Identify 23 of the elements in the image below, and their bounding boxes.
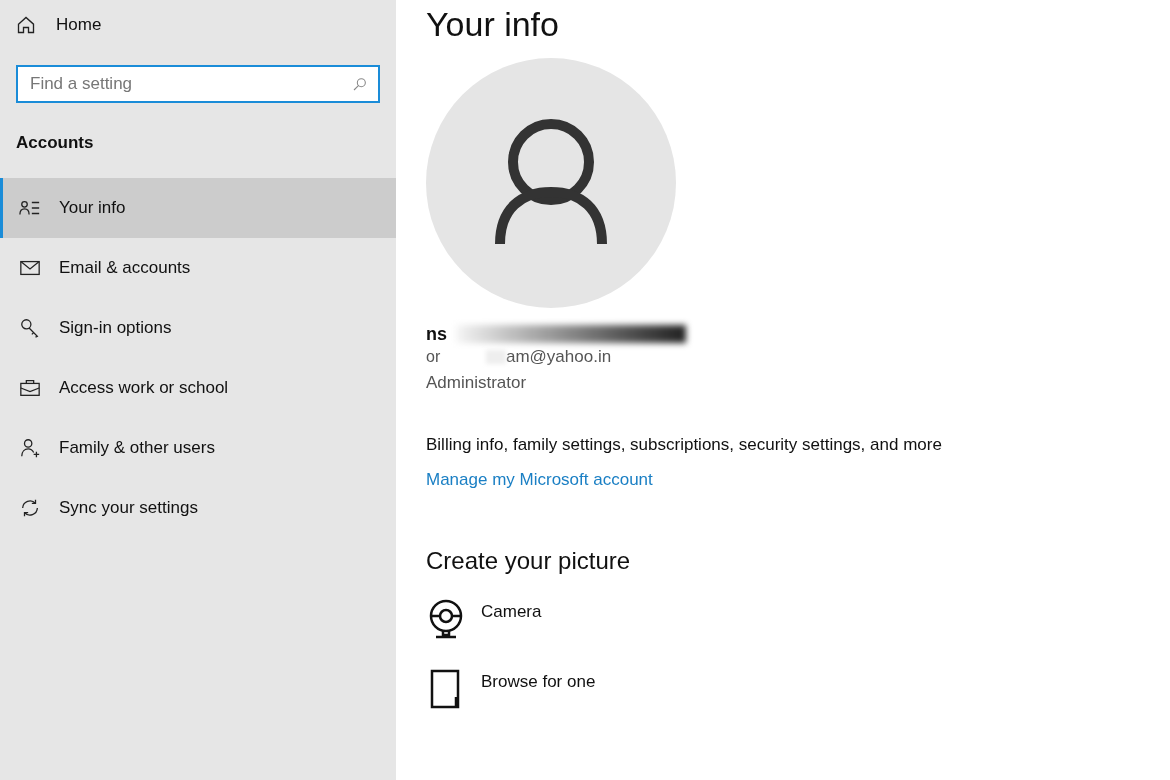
account-detail: or <box>426 347 442 367</box>
home-link[interactable]: Home <box>0 0 396 50</box>
search-field[interactable]: Find a setting <box>16 65 380 103</box>
nav-item[interactable]: Access work or school <box>0 357 396 418</box>
manage-account-link[interactable]: Manage my Microsoft account <box>426 467 653 493</box>
search-icon <box>352 76 368 92</box>
nav-item[interactable]: Sign-in options <box>0 297 396 358</box>
description-text: Billing info, family settings, subscriptions, security settings, and more <box>426 433 943 456</box>
nav-item[interactable]: Family & other users <box>0 417 396 478</box>
section-heading: Accounts <box>15 132 95 154</box>
email-text: am@yahoo.in <box>506 346 612 369</box>
person-add-icon <box>19 436 41 459</box>
section-heading: Create your picture <box>426 545 632 576</box>
picture-option[interactable]: Camera <box>426 598 542 639</box>
key-icon <box>19 316 41 339</box>
picture-option[interactable]: Browse for one <box>426 668 596 709</box>
nav-item[interactable]: Email & accounts <box>0 237 396 298</box>
page-title: Your info <box>426 4 560 45</box>
nav-item[interactable]: Sync your settings <box>0 477 396 538</box>
home-icon <box>16 15 36 35</box>
nav-item[interactable]: Your info <box>0 177 396 238</box>
role-text: Administrator <box>426 372 528 394</box>
account-name: ns <box>426 322 448 346</box>
